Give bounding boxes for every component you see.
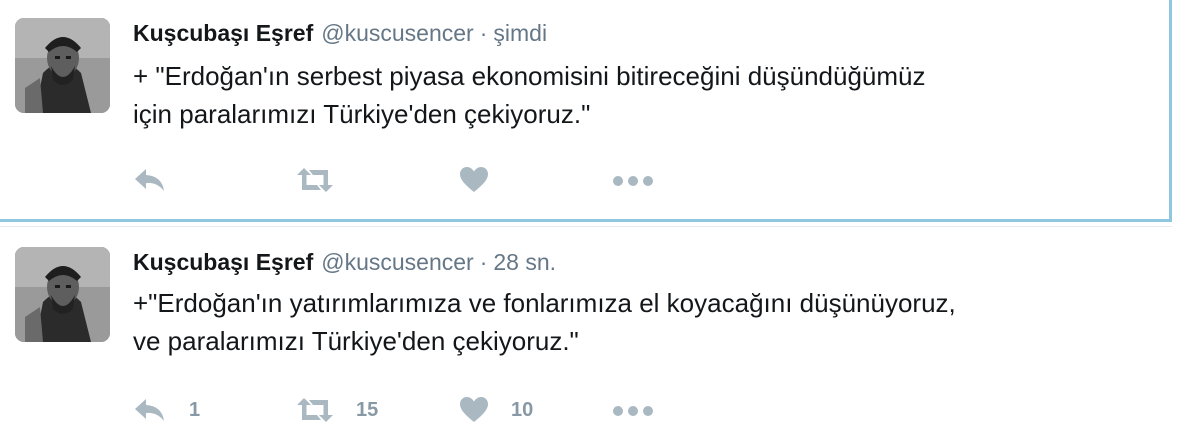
like-button[interactable]: 10	[459, 395, 533, 425]
author-screen-name[interactable]: @kuscusencer	[321, 20, 473, 46]
header-separator: ·	[479, 249, 488, 275]
avatar[interactable]	[15, 18, 110, 113]
tweet-text-line: ve paralarımızı Türkiye'den çekiyoruz."	[133, 326, 579, 356]
tweet-header: Kuşcubaşı Eşref @kuscusencer · 28 sn.	[133, 247, 556, 277]
reply-count: 1	[189, 398, 201, 421]
tweet-actions: 1 15 10	[133, 395, 733, 425]
retweet-button[interactable]: 15	[296, 395, 378, 425]
author-screen-name[interactable]: @kuscusencer	[321, 249, 473, 275]
tweet-text: +"Erdoğan'ın yatırımlarımıza ve fonlarım…	[133, 284, 1153, 360]
avatar[interactable]	[15, 247, 110, 342]
author-fullname[interactable]: Kuşcubaşı Eşref	[133, 20, 313, 46]
tweet-text-line: + "Erdoğan'ın serbest piyasa ekonomisini…	[133, 61, 926, 91]
more-dots-icon	[613, 396, 653, 424]
like-count: 10	[511, 398, 534, 421]
timestamp[interactable]: 28 sn.	[493, 249, 556, 275]
reply-button[interactable]: 1	[133, 395, 200, 425]
tweet-text-line: +"Erdoğan'ın yatırımlarımıza ve fonlarım…	[133, 288, 956, 318]
more-dots-icon	[613, 166, 653, 194]
heart-icon	[459, 396, 489, 424]
reply-arrow-icon	[133, 396, 167, 424]
timestamp[interactable]: şimdi	[493, 20, 547, 46]
more-button[interactable]	[613, 395, 653, 425]
retweet-button[interactable]	[296, 165, 356, 195]
author-fullname[interactable]: Kuşcubaşı Eşref	[133, 249, 313, 275]
tweet[interactable]: Kuşcubaşı Eşref @kuscusencer · 28 sn. +"Erd…	[0, 226, 1172, 442]
tweet-actions	[133, 165, 733, 195]
retweet-icon	[296, 166, 334, 194]
reply-button[interactable]	[133, 165, 189, 195]
tweet-header: Kuşcubaşı Eşref @kuscusencer · şimdi	[133, 18, 547, 48]
reply-arrow-icon	[133, 166, 167, 194]
retweet-count: 15	[356, 398, 379, 421]
header-separator: ·	[479, 20, 488, 46]
more-button[interactable]	[613, 165, 653, 195]
heart-icon	[459, 166, 489, 194]
tweet[interactable]: Kuşcubaşı Eşref @kuscusencer · şimdi + "Erd…	[0, 0, 1172, 222]
tweet-text-line: için paralarımızı Türkiye'den çekiyoruz.…	[133, 99, 591, 129]
retweet-icon	[296, 396, 334, 424]
like-button[interactable]	[459, 165, 511, 195]
tweet-text: + "Erdoğan'ın serbest piyasa ekonomisini…	[133, 57, 1153, 133]
